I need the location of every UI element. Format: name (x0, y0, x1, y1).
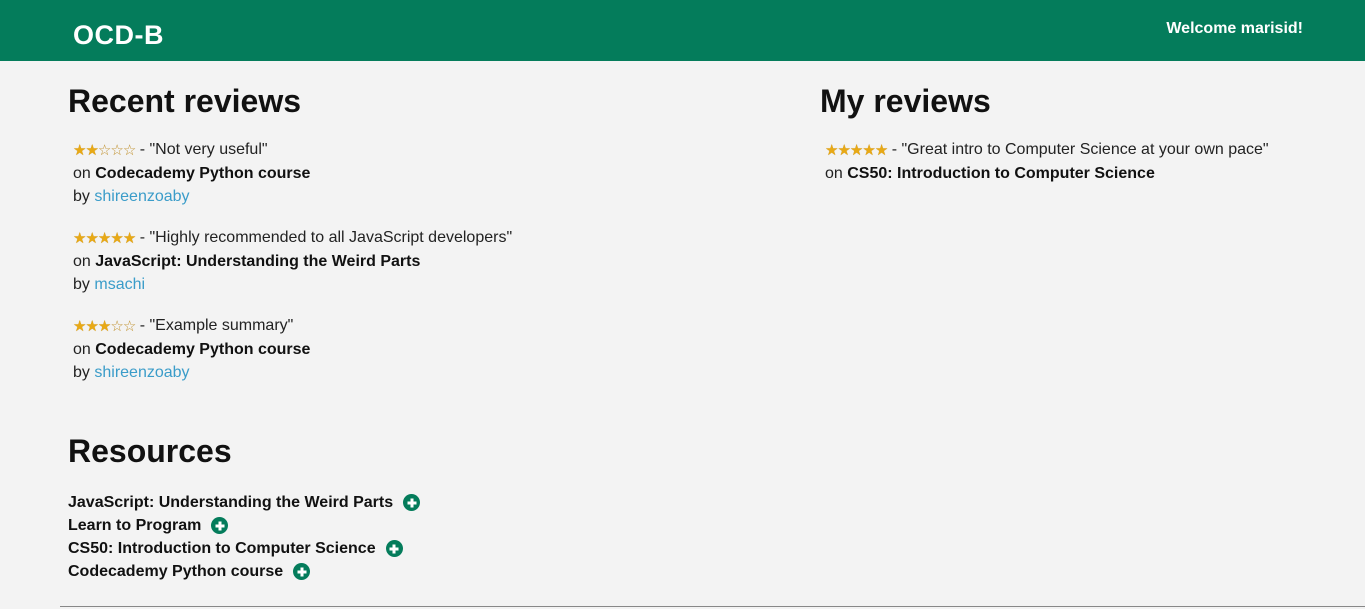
star-empty-icon: ☆ (97, 141, 111, 159)
star-rating: ★★☆☆☆ (73, 139, 136, 162)
review-summary-line: ★★★★★ - "Highly recommended to all JavaS… (68, 226, 768, 250)
star-filled-icon: ★ (85, 229, 98, 247)
star-filled-icon: ★ (73, 141, 86, 159)
on-label: on (825, 165, 843, 182)
star-filled-icon: ★ (122, 229, 136, 247)
by-label: by (73, 188, 90, 205)
star-filled-icon: ★ (85, 317, 98, 335)
review-author-line: by shireenzoaby (68, 361, 768, 384)
divider (60, 606, 1365, 607)
review-course-name: Codecademy Python course (95, 165, 311, 182)
review-course-name: Codecademy Python course (95, 341, 311, 358)
resource-name: Learn to Program (68, 517, 202, 534)
review-course-line: on JavaScript: Understanding the Weird P… (68, 250, 768, 273)
add-resource-plus-icon[interactable] (403, 494, 421, 511)
star-rating: ★★★★★ (73, 227, 136, 250)
resource-name: Codecademy Python course (68, 563, 284, 580)
review-item: ★★★★★ - "Great intro to Computer Science… (820, 138, 1290, 185)
review-author-link[interactable]: shireenzoaby (94, 188, 189, 205)
star-rating: ★★★☆☆ (73, 315, 136, 338)
resource-item: JavaScript: Understanding the Weird Part… (68, 491, 668, 514)
review-summary: - "Not very useful" (139, 141, 268, 158)
review-author-line: by msachi (68, 273, 768, 296)
review-course-name: JavaScript: Understanding the Weird Part… (95, 253, 421, 270)
star-empty-icon: ☆ (110, 317, 123, 335)
by-label: by (73, 364, 90, 381)
star-filled-icon: ★ (97, 317, 111, 335)
review-summary: - "Highly recommended to all JavaScript … (139, 229, 513, 246)
resource-item: Codecademy Python course (68, 560, 668, 583)
add-resource-plus-icon[interactable] (293, 563, 311, 580)
resource-name: JavaScript: Understanding the Weird Part… (68, 494, 394, 511)
review-item: ★★☆☆☆ - "Not very useful" on Codecademy P… (68, 138, 768, 208)
star-empty-icon: ☆ (122, 141, 136, 159)
star-filled-icon: ★ (97, 229, 111, 247)
welcome-message: Welcome marisid! (1166, 20, 1303, 37)
on-label: on (73, 253, 91, 270)
star-filled-icon: ★ (862, 141, 875, 159)
review-summary: - "Great intro to Computer Science at yo… (891, 141, 1269, 158)
recent-reviews-list: ★★☆☆☆ - "Not very useful" on Codecademy P… (68, 138, 768, 384)
review-author-line: by shireenzoaby (68, 185, 768, 208)
star-filled-icon: ★ (825, 141, 838, 159)
my-reviews-list: ★★★★★ - "Great intro to Computer Science… (820, 138, 1290, 185)
resources-section: Resources JavaScript: Understanding the … (68, 432, 668, 583)
star-filled-icon: ★ (110, 229, 123, 247)
resource-item: CS50: Introduction to Computer Science (68, 537, 668, 560)
my-reviews-section: My reviews ★★★★★ - "Great intro to Compu… (820, 82, 1290, 185)
review-author-link[interactable]: shireenzoaby (94, 364, 189, 381)
star-filled-icon: ★ (85, 141, 98, 159)
recent-reviews-title: Recent reviews (68, 83, 302, 119)
review-summary-line: ★★☆☆☆ - "Not very useful" (68, 138, 768, 162)
review-course-name: CS50: Introduction to Computer Science (847, 165, 1155, 182)
review-summary-line: ★★★★★ - "Great intro to Computer Science… (820, 138, 1290, 162)
add-resource-plus-icon[interactable] (211, 517, 229, 534)
by-label: by (73, 276, 90, 293)
brand-logo[interactable]: OCD-B (73, 19, 164, 51)
review-author-link[interactable]: msachi (94, 276, 145, 293)
star-filled-icon: ★ (73, 317, 86, 335)
resources-title: Resources (68, 433, 232, 469)
navbar: OCD-B Welcome marisid! (0, 0, 1365, 61)
on-label: on (73, 341, 91, 358)
resource-name: CS50: Introduction to Computer Science (68, 540, 376, 557)
resources-list: JavaScript: Understanding the Weird Part… (68, 491, 668, 583)
review-course-line: on CS50: Introduction to Computer Scienc… (820, 162, 1290, 185)
review-summary-line: ★★★☆☆ - "Example summary" (68, 314, 768, 338)
resource-item: Learn to Program (68, 514, 668, 537)
review-course-line: on Codecademy Python course (68, 338, 768, 361)
star-filled-icon: ★ (874, 141, 888, 159)
star-filled-icon: ★ (73, 229, 86, 247)
my-reviews-title: My reviews (820, 83, 991, 119)
review-course-line: on Codecademy Python course (68, 162, 768, 185)
star-filled-icon: ★ (849, 141, 863, 159)
recent-reviews-section: Recent reviews ★★☆☆☆ - "Not very useful"… (68, 82, 768, 384)
star-rating: ★★★★★ (825, 139, 888, 162)
star-filled-icon: ★ (837, 141, 850, 159)
review-item: ★★★☆☆ - "Example summary" on Codecademy P… (68, 314, 768, 384)
review-summary: - "Example summary" (139, 317, 294, 334)
add-resource-plus-icon[interactable] (385, 540, 403, 557)
review-item: ★★★★★ - "Highly recommended to all JavaS… (68, 226, 768, 296)
on-label: on (73, 165, 91, 182)
star-empty-icon: ☆ (110, 141, 123, 159)
star-empty-icon: ☆ (122, 317, 136, 335)
